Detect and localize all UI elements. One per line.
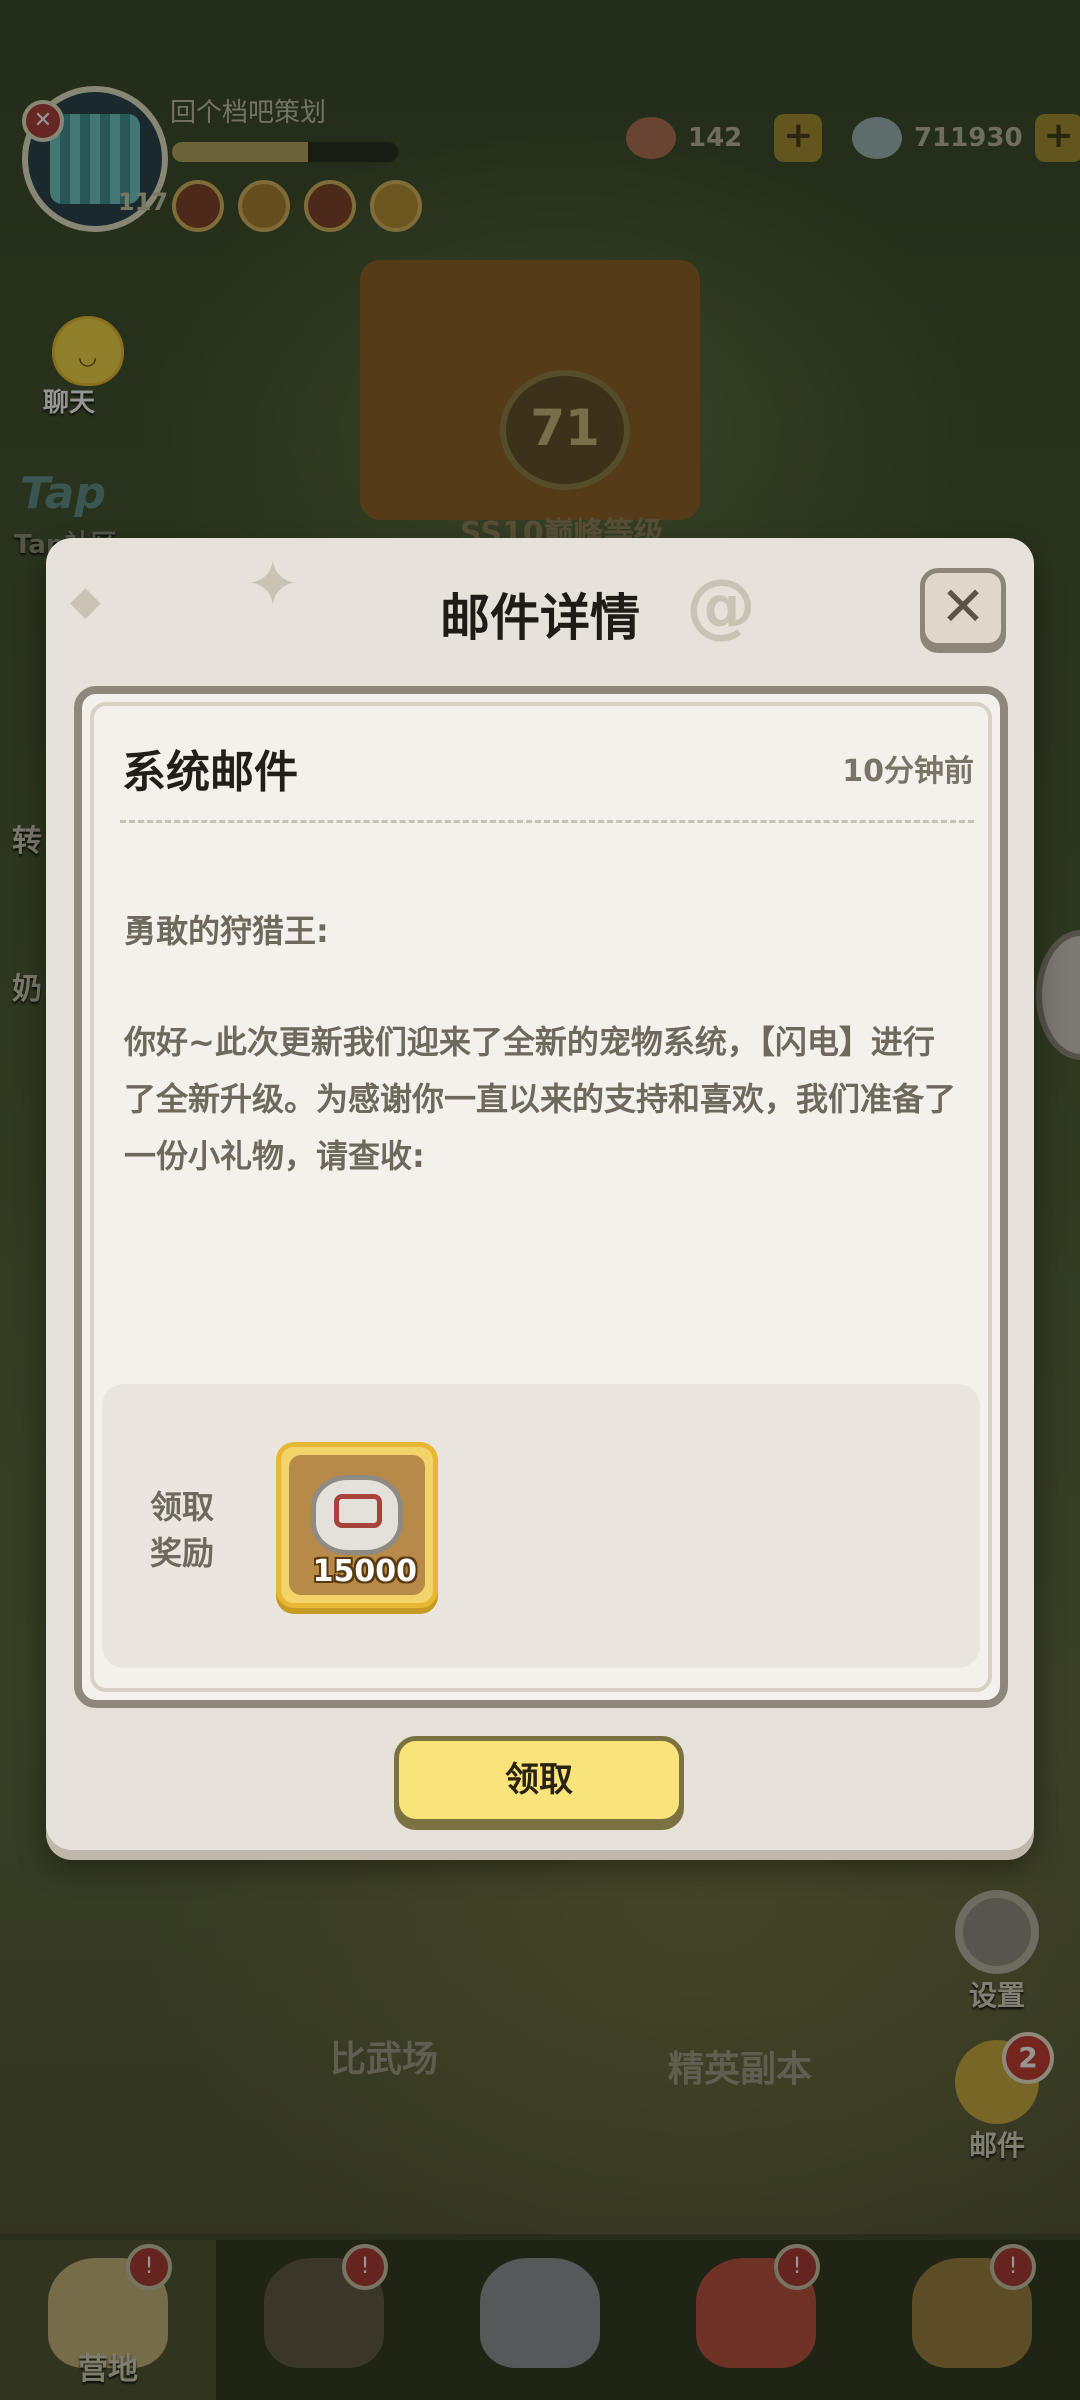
- reward-quantity: 15000: [312, 1554, 417, 1589]
- reward-box: 领取 奖励 15000: [102, 1384, 980, 1668]
- close-icon: ✕: [940, 575, 986, 638]
- close-button[interactable]: ✕: [920, 568, 1006, 648]
- mail-type: 系统邮件: [122, 747, 298, 798]
- mail-greeting: 勇敢的狩猎王:: [124, 912, 329, 950]
- reward-label: 领取 奖励: [149, 1488, 214, 1572]
- dialog-title: 邮件详情: [440, 589, 640, 647]
- reward-item-bg: 15000: [289, 1455, 425, 1595]
- claim-button[interactable]: 领取: [394, 1736, 684, 1824]
- rune-stone-icon: [311, 1475, 403, 1555]
- reward-item[interactable]: 15000: [276, 1442, 438, 1608]
- mail-detail-dialog: ◆ ✦ @ 邮件详情 ✕ 系统邮件 10分钟前 勇敢的狩猎王: 你好~此次更新我…: [46, 538, 1034, 1850]
- mail-card: 系统邮件 10分钟前 勇敢的狩猎王: 你好~此次更新我们迎来了全新的宠物系统，【…: [74, 686, 1008, 1708]
- divider: [120, 820, 974, 823]
- rune-mark: [334, 1494, 382, 1528]
- mail-body: 你好~此次更新我们迎来了全新的宠物系统，【闪电】进行了全新升级。为感谢你一直以来…: [124, 1023, 957, 1175]
- mail-time: 10分钟前: [842, 754, 974, 789]
